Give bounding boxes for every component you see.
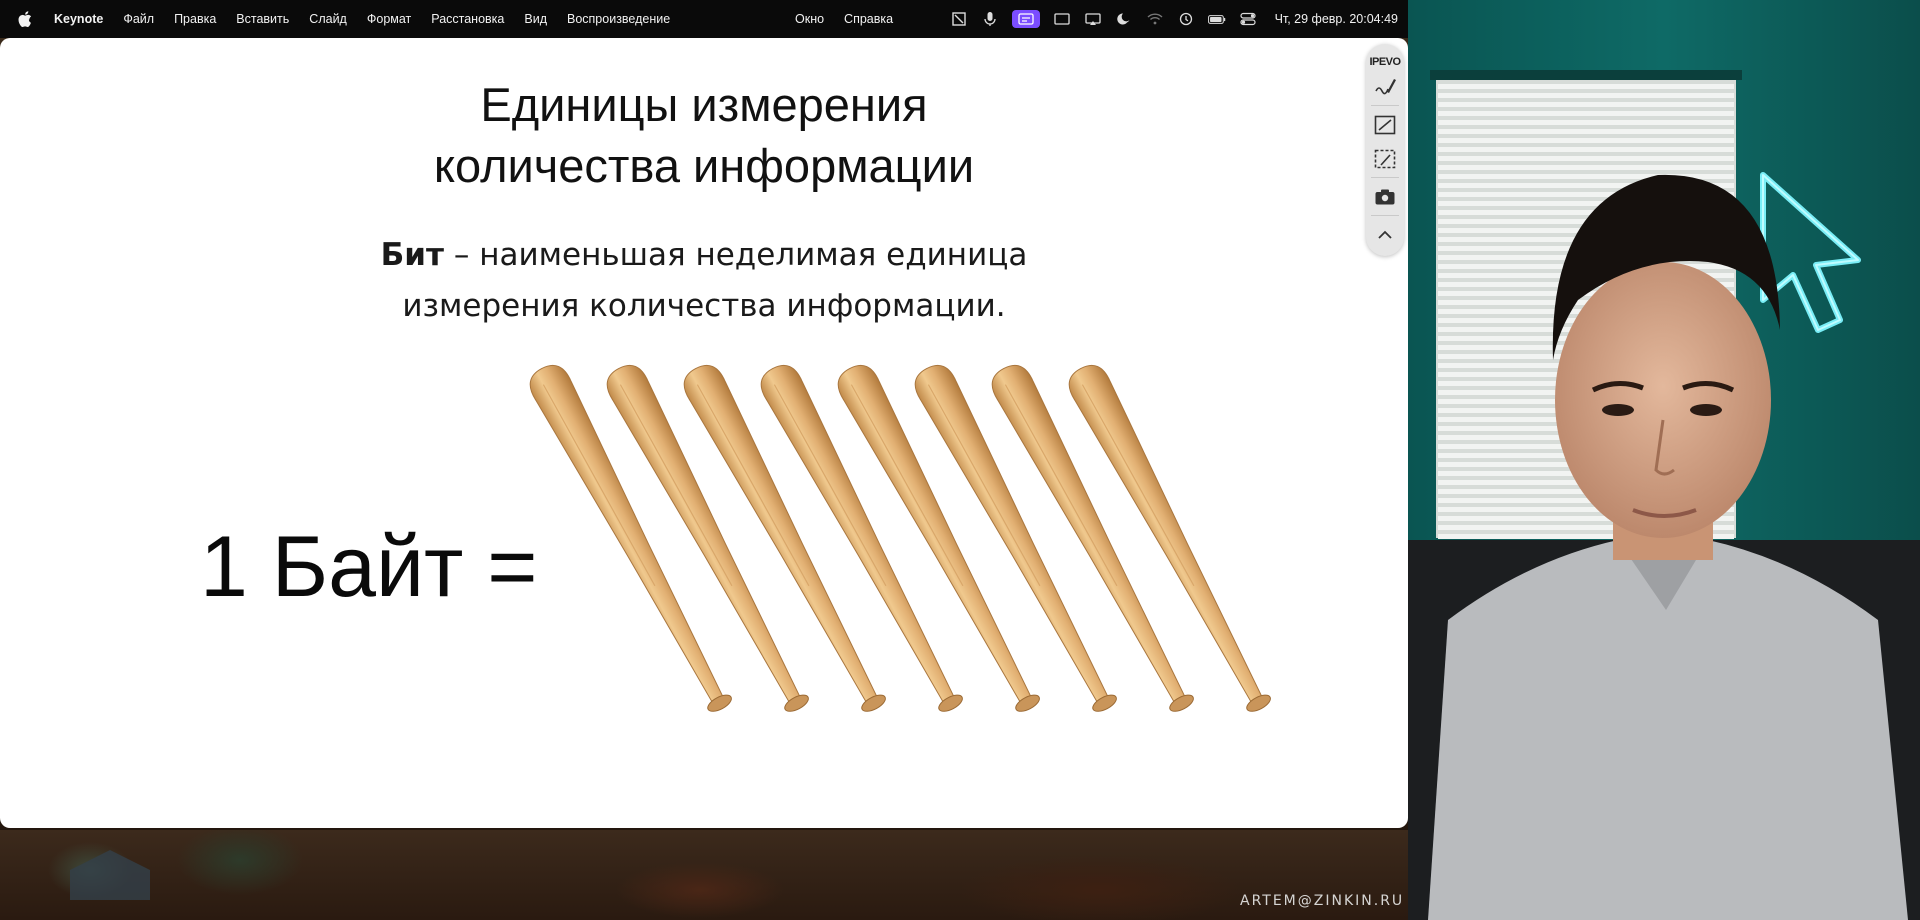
- wallpaper-landscape: [0, 830, 1408, 920]
- menu-bar: Keynote Файл Правка Вставить Слайд Форма…: [0, 0, 1408, 38]
- control-center-icon[interactable]: [1239, 11, 1257, 27]
- menu-slide[interactable]: Слайд: [309, 12, 347, 26]
- menu-file[interactable]: Файл: [123, 12, 154, 26]
- presenter-display-icon[interactable]: [1011, 10, 1040, 28]
- watermark-text: ARTEM@ZINKIN.RU: [1240, 893, 1405, 909]
- menu-group-right: Окно Справка: [795, 0, 913, 38]
- toolbar-separator: [1371, 215, 1399, 216]
- wifi-icon[interactable]: [1146, 11, 1164, 27]
- presentation-slide: Единицы измерения количества информации …: [0, 38, 1408, 828]
- menu-view[interactable]: Вид: [524, 12, 547, 26]
- menu-insert[interactable]: Вставить: [236, 12, 289, 26]
- app-menu-keynote[interactable]: Keynote: [54, 12, 103, 26]
- presenter-video: [1408, 0, 1920, 920]
- chevron-up-icon[interactable]: [1370, 220, 1400, 250]
- airplay-icon[interactable]: [1084, 11, 1102, 27]
- menu-arrange[interactable]: Расстановка: [431, 12, 504, 26]
- transparent-board-icon[interactable]: [1370, 144, 1400, 174]
- menu-clock[interactable]: Чт, 29 февр. 20:04:49: [1275, 12, 1398, 26]
- display-icon[interactable]: [1053, 11, 1071, 27]
- menu-window[interactable]: Окно: [795, 12, 824, 26]
- toolbar-separator: [1371, 105, 1399, 106]
- baseball-bats-illustration: [529, 365, 1271, 712]
- presenter-face: [1555, 262, 1771, 538]
- screen-capture-icon[interactable]: [950, 11, 968, 27]
- battery-icon[interactable]: [1207, 11, 1226, 27]
- microphone-icon[interactable]: [981, 11, 999, 27]
- time-machine-icon[interactable]: [1177, 11, 1195, 27]
- menu-play[interactable]: Воспроизведение: [567, 12, 670, 26]
- annotate-icon[interactable]: [1370, 72, 1400, 102]
- camera-icon[interactable]: [1370, 182, 1400, 212]
- status-area: Чт, 29 февр. 20:04:49: [937, 0, 1398, 38]
- whiteboard-icon[interactable]: [1370, 110, 1400, 140]
- ipevo-logo: IPEVO: [1369, 56, 1401, 68]
- menu-format[interactable]: Формат: [367, 12, 411, 26]
- focus-moon-icon[interactable]: [1115, 11, 1133, 27]
- webcam-feed: [1408, 0, 1920, 920]
- menu-help[interactable]: Справка: [844, 12, 893, 26]
- menu-edit[interactable]: Правка: [174, 12, 216, 26]
- toolbar-separator: [1371, 177, 1399, 178]
- ipevo-toolbar: IPEVO: [1366, 44, 1404, 256]
- apple-logo-icon[interactable]: [18, 10, 36, 28]
